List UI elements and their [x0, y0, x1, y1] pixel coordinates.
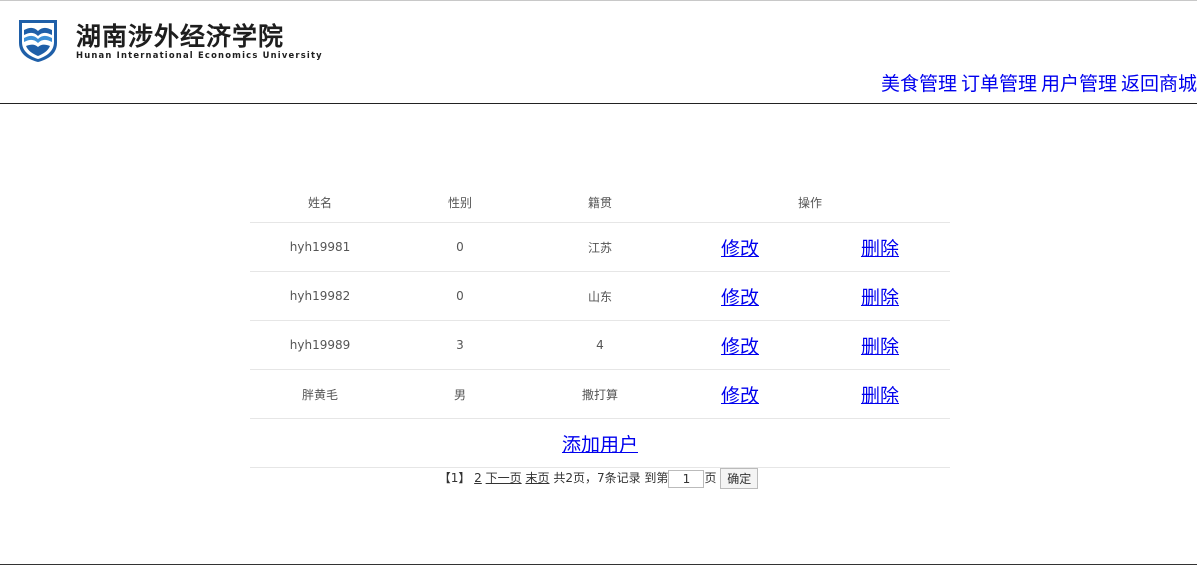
- table-row: hyh19989 3 4 修改 删除: [250, 320, 950, 370]
- cell-edit: 修改: [670, 320, 810, 370]
- goto-page-input[interactable]: [668, 469, 705, 488]
- next-page-link[interactable]: 下一页: [486, 471, 522, 485]
- cell-gender: 0: [390, 271, 530, 321]
- nav-order-management[interactable]: 订单管理: [961, 73, 1037, 95]
- column-header-name: 姓名: [250, 183, 390, 223]
- delete-link[interactable]: 删除: [861, 336, 899, 358]
- logo-english-name: Hunan International Economics University: [76, 50, 323, 60]
- column-header-gender: 性别: [390, 183, 530, 223]
- cell-gender: 男: [390, 369, 530, 419]
- pagination: 【1】 2 下一页 末页 共2页，7条记录 到第 页 确定: [0, 468, 1197, 489]
- page-summary: 共2页，7条记录: [553, 471, 641, 485]
- column-header-actions: 操作: [670, 183, 950, 223]
- goto-suffix: 页: [704, 471, 717, 485]
- header: 湖南涉外经济学院 Hunan International Economics U…: [0, 1, 1197, 104]
- cell-edit: 修改: [670, 222, 810, 272]
- university-logo: 湖南涉外经济学院 Hunan International Economics U…: [8, 7, 348, 67]
- delete-link[interactable]: 删除: [861, 385, 899, 407]
- goto-prefix: 到第: [644, 471, 669, 485]
- nav-food-management[interactable]: 美食管理: [881, 73, 957, 95]
- user-table-container: 姓名 性别 籍贯 操作 hyh19981 0 江苏 修改 删除 hyh19982…: [250, 183, 950, 468]
- cell-edit: 修改: [670, 271, 810, 321]
- delete-link[interactable]: 删除: [861, 287, 899, 309]
- cell-name: hyh19982: [250, 271, 390, 321]
- table-row: hyh19981 0 江苏 修改 删除: [250, 222, 950, 272]
- cell-name: 胖黄毛: [250, 369, 390, 419]
- current-page: 【1】: [438, 471, 471, 485]
- cell-origin: 江苏: [530, 222, 670, 272]
- cell-gender: 3: [390, 320, 530, 370]
- nav-user-management[interactable]: 用户管理: [1041, 73, 1117, 95]
- user-table: 姓名 性别 籍贯 操作 hyh19981 0 江苏 修改 删除 hyh19982…: [250, 183, 950, 468]
- cell-origin: 撒打算: [530, 369, 670, 419]
- cell-origin: 山东: [530, 271, 670, 321]
- last-page-link[interactable]: 末页: [525, 471, 549, 485]
- cell-delete: 删除: [810, 271, 950, 321]
- confirm-button[interactable]: 确定: [720, 468, 759, 489]
- edit-link[interactable]: 修改: [721, 385, 759, 407]
- add-user-cell: 添加用户: [250, 418, 950, 468]
- book-wave-emblem-icon: [19, 20, 57, 62]
- add-user-row: 添加用户: [250, 418, 950, 468]
- cell-origin: 4: [530, 320, 670, 370]
- edit-link[interactable]: 修改: [721, 287, 759, 309]
- cell-gender: 0: [390, 222, 530, 272]
- cell-name: hyh19989: [250, 320, 390, 370]
- page-2-link[interactable]: 2: [474, 471, 482, 485]
- edit-link[interactable]: 修改: [721, 238, 759, 260]
- table-row: 胖黄毛 男 撒打算 修改 删除: [250, 369, 950, 419]
- cell-delete: 删除: [810, 369, 950, 419]
- table-header-row: 姓名 性别 籍贯 操作: [250, 183, 950, 223]
- cell-edit: 修改: [670, 369, 810, 419]
- cell-delete: 删除: [810, 320, 950, 370]
- add-user-link[interactable]: 添加用户: [562, 434, 638, 456]
- column-header-origin: 籍贯: [530, 183, 670, 223]
- bottom-border: [0, 564, 1197, 565]
- cell-delete: 删除: [810, 222, 950, 272]
- logo-chinese-name: 湖南涉外经济学院: [76, 22, 285, 51]
- delete-link[interactable]: 删除: [861, 238, 899, 260]
- top-nav: 美食管理 订单管理 用户管理 返回商城: [877, 69, 1197, 96]
- nav-back-to-mall[interactable]: 返回商城: [1121, 73, 1197, 95]
- table-row: hyh19982 0 山东 修改 删除: [250, 271, 950, 321]
- edit-link[interactable]: 修改: [721, 336, 759, 358]
- cell-name: hyh19981: [250, 222, 390, 272]
